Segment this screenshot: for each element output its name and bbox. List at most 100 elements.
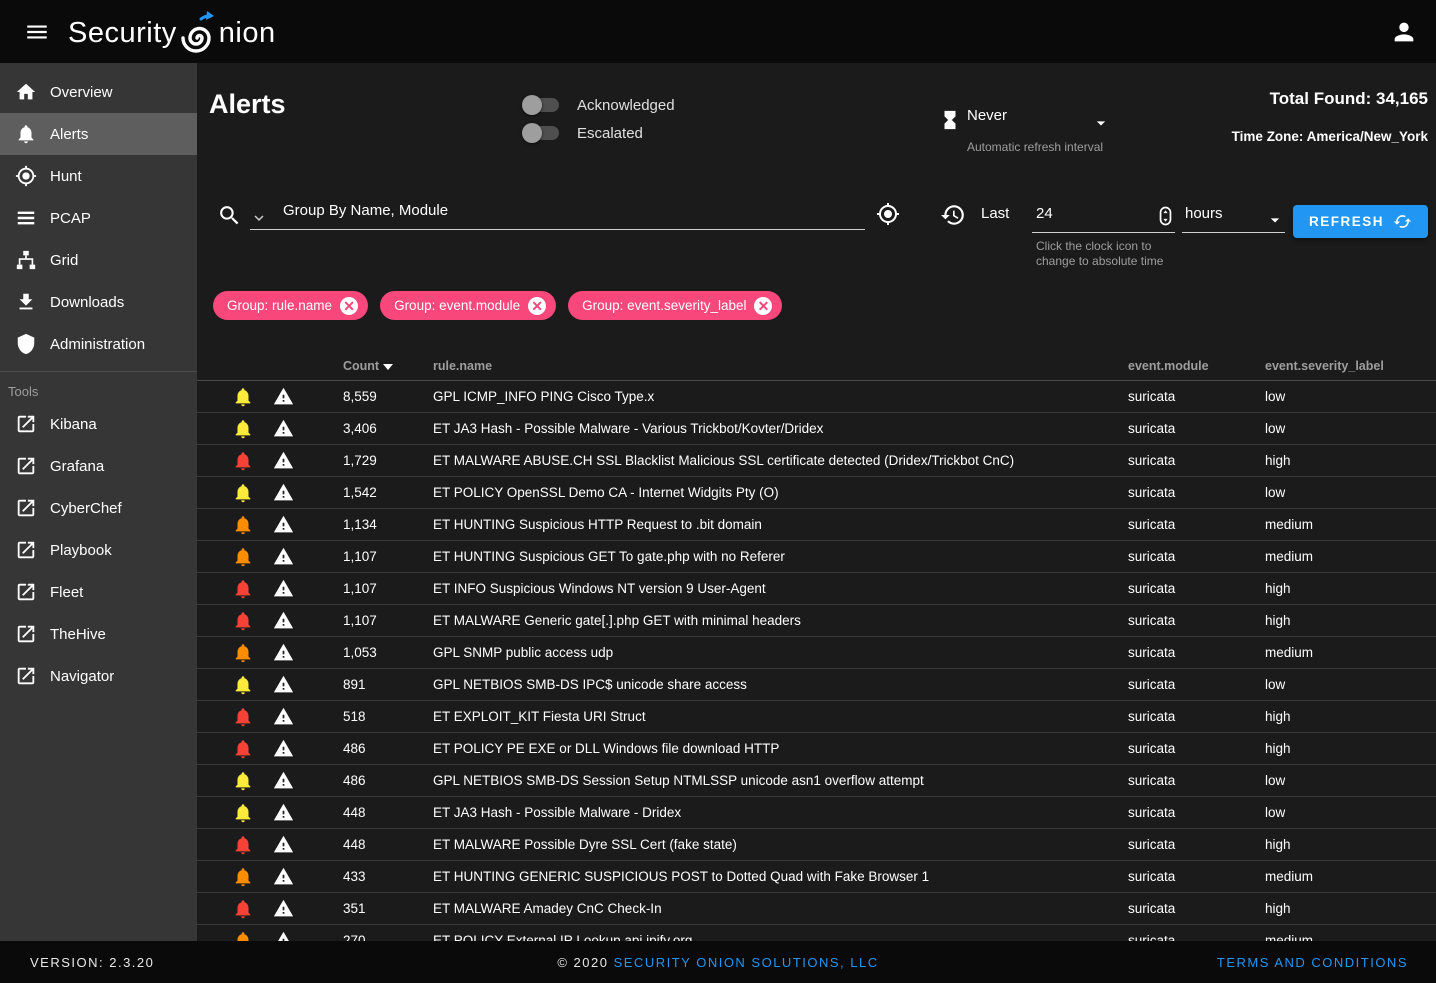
alert-rule-name[interactable]: ET INFO Suspicious Windows NT version 9 … [433, 573, 1123, 604]
sidebar-tool-grafana[interactable]: Grafana [0, 445, 197, 487]
event-info-icon[interactable] [270, 381, 296, 412]
alert-event-module[interactable]: suricata [1128, 381, 1258, 412]
alert-rule-name[interactable]: ET POLICY OpenSSL Demo CA - Internet Wid… [433, 477, 1123, 508]
event-info-icon[interactable] [270, 509, 296, 540]
alert-rule-name[interactable]: ET JA3 Hash - Possible Malware - Dridex [433, 797, 1123, 828]
alert-row[interactable]: 1,134ET HUNTING Suspicious HTTP Request … [197, 509, 1436, 541]
alert-event-module[interactable]: suricata [1128, 829, 1258, 860]
event-info-icon[interactable] [270, 829, 296, 860]
alert-row[interactable]: 518ET EXPLOIT_KIT Fiesta URI Structsuric… [197, 701, 1436, 733]
severity-bell-icon[interactable] [230, 541, 256, 572]
sidebar-item-downloads[interactable]: Downloads [0, 281, 197, 323]
alert-severity-label[interactable]: medium [1265, 541, 1425, 572]
search-icon[interactable] [217, 203, 242, 233]
event-info-icon[interactable] [270, 765, 296, 796]
alert-event-module[interactable]: suricata [1128, 925, 1258, 941]
user-account-icon[interactable] [1386, 15, 1422, 49]
alert-rule-name[interactable]: GPL NETBIOS SMB-DS Session Setup NTMLSSP… [433, 765, 1123, 796]
alert-event-module[interactable]: suricata [1128, 605, 1258, 636]
alert-row[interactable]: 351ET MALWARE Amadey CnC Check-Insuricat… [197, 893, 1436, 925]
event-info-icon[interactable] [270, 797, 296, 828]
severity-bell-icon[interactable] [230, 605, 256, 636]
severity-bell-icon[interactable] [230, 925, 256, 941]
crosshairs-target-icon[interactable] [876, 202, 900, 231]
alert-row[interactable]: 1,542ET POLICY OpenSSL Demo CA - Interne… [197, 477, 1436, 509]
alert-event-module[interactable]: suricata [1128, 797, 1258, 828]
event-info-icon[interactable] [270, 413, 296, 444]
alert-row[interactable]: 270ET POLICY External IP Lookup api.ipif… [197, 925, 1436, 941]
event-info-icon[interactable] [270, 893, 296, 924]
alert-row[interactable]: 448ET JA3 Hash - Possible Malware - Drid… [197, 797, 1436, 829]
alert-row[interactable]: 448ET MALWARE Possible Dyre SSL Cert (fa… [197, 829, 1436, 861]
severity-bell-icon[interactable] [230, 669, 256, 700]
alert-event-module[interactable]: suricata [1128, 701, 1258, 732]
alert-severity-label[interactable]: low [1265, 797, 1425, 828]
severity-bell-icon[interactable] [230, 445, 256, 476]
alert-severity-label[interactable]: low [1265, 765, 1425, 796]
severity-bell-icon[interactable] [230, 477, 256, 508]
alert-rule-name[interactable]: GPL NETBIOS SMB-DS IPC$ unicode share ac… [433, 669, 1123, 700]
alert-rule-name[interactable]: ET EXPLOIT_KIT Fiesta URI Struct [433, 701, 1123, 732]
alert-rule-name[interactable]: ET MALWARE ABUSE.CH SSL Blacklist Malici… [433, 445, 1123, 476]
terms-link[interactable]: TERMS AND CONDITIONS [1217, 955, 1408, 970]
column-header-count[interactable]: Count [343, 359, 393, 373]
alert-severity-label[interactable]: low [1265, 669, 1425, 700]
alert-rule-name[interactable]: ET MALWARE Possible Dyre SSL Cert (fake … [433, 829, 1123, 860]
sidebar-item-hunt[interactable]: Hunt [0, 155, 197, 197]
event-info-icon[interactable] [270, 477, 296, 508]
severity-bell-icon[interactable] [230, 381, 256, 412]
alert-event-module[interactable]: suricata [1128, 765, 1258, 796]
alert-rule-name[interactable]: GPL SNMP public access udp [433, 637, 1123, 668]
switch-track[interactable] [525, 126, 559, 140]
acknowledged-toggle[interactable]: Acknowledged [525, 91, 675, 119]
severity-bell-icon[interactable] [230, 861, 256, 892]
sidebar-item-alerts[interactable]: Alerts [0, 113, 197, 155]
alert-row[interactable]: 1,053GPL SNMP public access udpsuricatam… [197, 637, 1436, 669]
sidebar-tool-cyberchef[interactable]: CyberChef [0, 487, 197, 529]
alert-severity-label[interactable]: medium [1265, 637, 1425, 668]
alert-event-module[interactable]: suricata [1128, 573, 1258, 604]
alert-severity-label[interactable]: high [1265, 893, 1425, 924]
severity-bell-icon[interactable] [230, 413, 256, 444]
switch-thumb[interactable] [522, 95, 542, 115]
event-info-icon[interactable] [270, 605, 296, 636]
event-info-icon[interactable] [270, 541, 296, 572]
alert-event-module[interactable]: suricata [1128, 413, 1258, 444]
switch-track[interactable] [525, 98, 559, 112]
alert-severity-label[interactable]: high [1265, 829, 1425, 860]
sidebar-item-overview[interactable]: Overview [0, 71, 197, 113]
history-icon[interactable] [940, 202, 966, 233]
alert-event-module[interactable]: suricata [1128, 445, 1258, 476]
sidebar-tool-thehive[interactable]: TheHive [0, 613, 197, 655]
switch-thumb[interactable] [522, 123, 542, 143]
search-input[interactable] [283, 202, 858, 219]
column-header-rule-name[interactable]: rule.name [433, 359, 492, 373]
alert-rule-name[interactable]: ET POLICY PE EXE or DLL Windows file dow… [433, 733, 1123, 764]
event-info-icon[interactable] [270, 445, 296, 476]
escalated-toggle[interactable]: Escalated [525, 119, 675, 147]
sidebar-tool-kibana[interactable]: Kibana [0, 403, 197, 445]
event-info-icon[interactable] [270, 573, 296, 604]
alert-row[interactable]: 891GPL NETBIOS SMB-DS IPC$ unicode share… [197, 669, 1436, 701]
refresh-interval-select[interactable]: Never [967, 107, 1117, 125]
alert-event-module[interactable]: suricata [1128, 893, 1258, 924]
severity-bell-icon[interactable] [230, 797, 256, 828]
menu-icon[interactable] [14, 16, 60, 48]
sidebar-item-pcap[interactable]: PCAP [0, 197, 197, 239]
alert-rule-name[interactable]: ET MALWARE Generic gate[.].php GET with … [433, 605, 1123, 636]
column-header-severity-label[interactable]: event.severity_label [1265, 359, 1384, 373]
column-header-event-module[interactable]: event.module [1128, 359, 1209, 373]
alert-row[interactable]: 8,559GPL ICMP_INFO PING Cisco Type.xsuri… [197, 381, 1436, 413]
alert-row[interactable]: 433ET HUNTING GENERIC SUSPICIOUS POST to… [197, 861, 1436, 893]
copyright-link[interactable]: SECURITY ONION SOLUTIONS, LLC [614, 955, 879, 970]
alert-severity-label[interactable]: medium [1265, 509, 1425, 540]
alert-rule-name[interactable]: ET HUNTING Suspicious GET To gate.php wi… [433, 541, 1123, 572]
alert-row[interactable]: 1,729ET MALWARE ABUSE.CH SSL Blacklist M… [197, 445, 1436, 477]
alert-severity-label[interactable]: high [1265, 445, 1425, 476]
alert-severity-label[interactable]: low [1265, 381, 1425, 412]
alert-severity-label[interactable]: high [1265, 573, 1425, 604]
event-info-icon[interactable] [270, 701, 296, 732]
event-info-icon[interactable] [270, 925, 296, 941]
alert-severity-label[interactable]: high [1265, 733, 1425, 764]
group-filter-chip[interactable]: Group: rule.name✕ [213, 291, 368, 320]
